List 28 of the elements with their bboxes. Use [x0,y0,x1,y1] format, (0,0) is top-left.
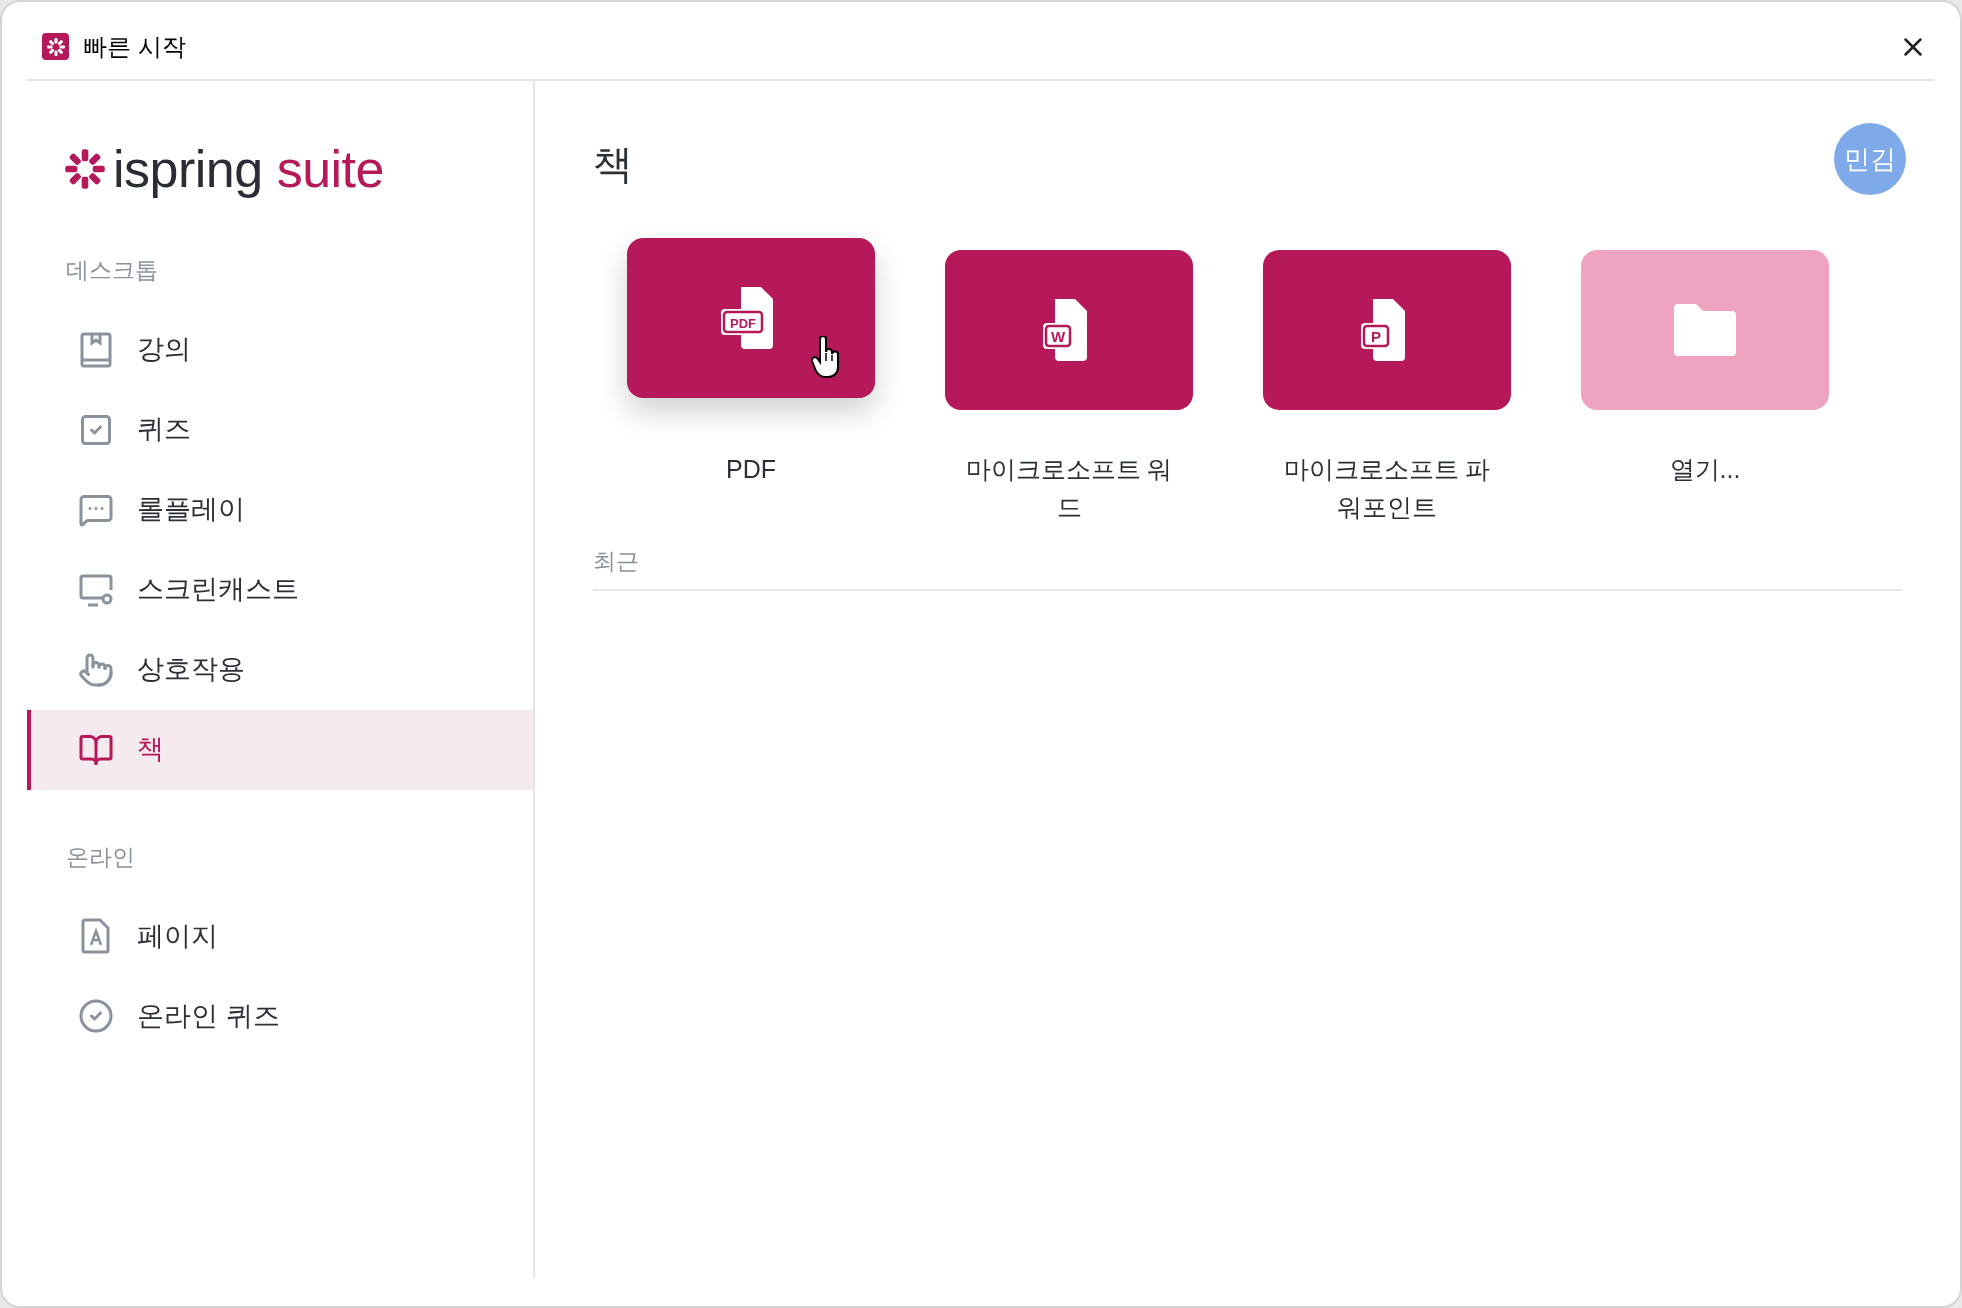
sidebar-item[interactable]: 페이지 [27,896,533,976]
page-title: 책 [593,141,633,188]
window-title: 빠른 시작 [83,31,186,62]
tile-label: 마이크로소프트 워드 [964,454,1174,523]
tile-label: PDF [725,454,777,485]
document-tile[interactable]: PDF [627,238,875,398]
hand-cursor-icon [810,336,842,378]
sidebar-item[interactable]: 퀴즈 [27,389,533,470]
logo-text: ispring suite [113,139,384,199]
sidebar-item[interactable]: 강의 [27,309,533,390]
sidebar-item[interactable]: 온라인 퀴즈 [27,976,533,1056]
document-tile[interactable]: W [945,250,1193,410]
section-heading: 데스크톱 [66,256,159,285]
section-heading: 온라인 [66,842,136,872]
section-heading: 최근 [593,544,1902,591]
document-tile[interactable]: P [1263,250,1511,410]
sidebar-item[interactable]: 책 [27,709,533,790]
tile-label: 마이크로소프트 파워포인트 [1282,454,1492,523]
pointer-icon [78,651,114,688]
tile-label: 열기... [1668,454,1742,485]
check-circle-icon [78,998,114,1034]
document-tile[interactable] [1581,250,1829,410]
logo-icon [63,147,107,191]
document-icon [81,918,111,954]
sidebar-item[interactable]: 상호작용 [27,629,533,710]
sidebar-item[interactable]: 스크린캐스트 [27,549,533,630]
sidebar-item[interactable]: 롤플레이 [27,469,533,550]
book-icon [79,331,113,368]
